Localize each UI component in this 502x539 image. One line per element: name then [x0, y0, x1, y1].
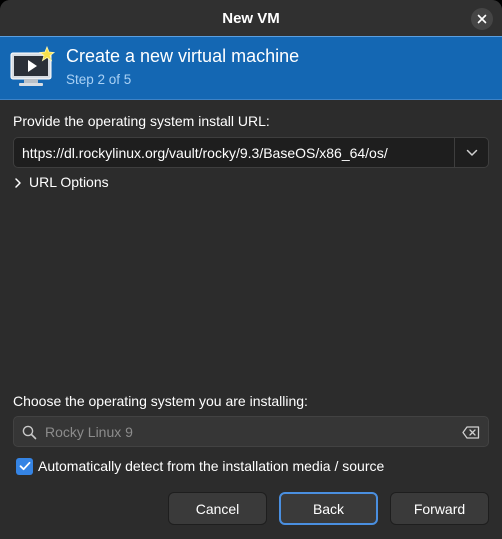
- autodetect-checkbox-row[interactable]: Automatically detect from the installati…: [16, 457, 384, 475]
- back-button[interactable]: Back: [279, 492, 378, 525]
- checkmark-icon: [19, 461, 30, 471]
- title-bar: New VM: [0, 0, 502, 36]
- autodetect-label: Automatically detect from the installati…: [38, 458, 385, 474]
- install-url-combo[interactable]: https://dl.rockylinux.org/vault/rocky/9.…: [13, 137, 489, 168]
- forward-button[interactable]: Forward: [390, 492, 489, 525]
- url-options-label: URL Options: [29, 174, 109, 190]
- os-search-entry[interactable]: Rocky Linux 9: [13, 416, 489, 447]
- new-vm-dialog: New VM Create a new virtual machine Step…: [0, 0, 502, 539]
- clear-text-icon[interactable]: [462, 426, 480, 439]
- install-url-field[interactable]: https://dl.rockylinux.org/vault/rocky/9.…: [22, 145, 388, 161]
- chevron-down-icon: [466, 149, 477, 156]
- close-button[interactable]: [471, 8, 493, 30]
- wizard-step: Step 2 of 5: [66, 72, 132, 87]
- search-icon: [22, 425, 37, 440]
- os-search-placeholder: Rocky Linux 9: [45, 424, 133, 440]
- os-choice-label: Choose the operating system you are inst…: [13, 393, 308, 409]
- url-options-expander[interactable]: URL Options: [13, 173, 109, 191]
- install-url-label: Provide the operating system install URL…: [13, 113, 270, 129]
- autodetect-checkbox[interactable]: [16, 457, 33, 475]
- install-url-dropdown-button[interactable]: [454, 138, 488, 167]
- chevron-right-icon: [15, 177, 21, 188]
- cancel-button[interactable]: Cancel: [168, 492, 267, 525]
- wizard-header: Create a new virtual machine Step 2 of 5: [0, 36, 502, 100]
- window-title: New VM: [222, 9, 280, 27]
- wizard-title: Create a new virtual machine: [66, 46, 300, 66]
- virtual-machine-icon: [10, 45, 56, 86]
- close-icon: [477, 14, 487, 24]
